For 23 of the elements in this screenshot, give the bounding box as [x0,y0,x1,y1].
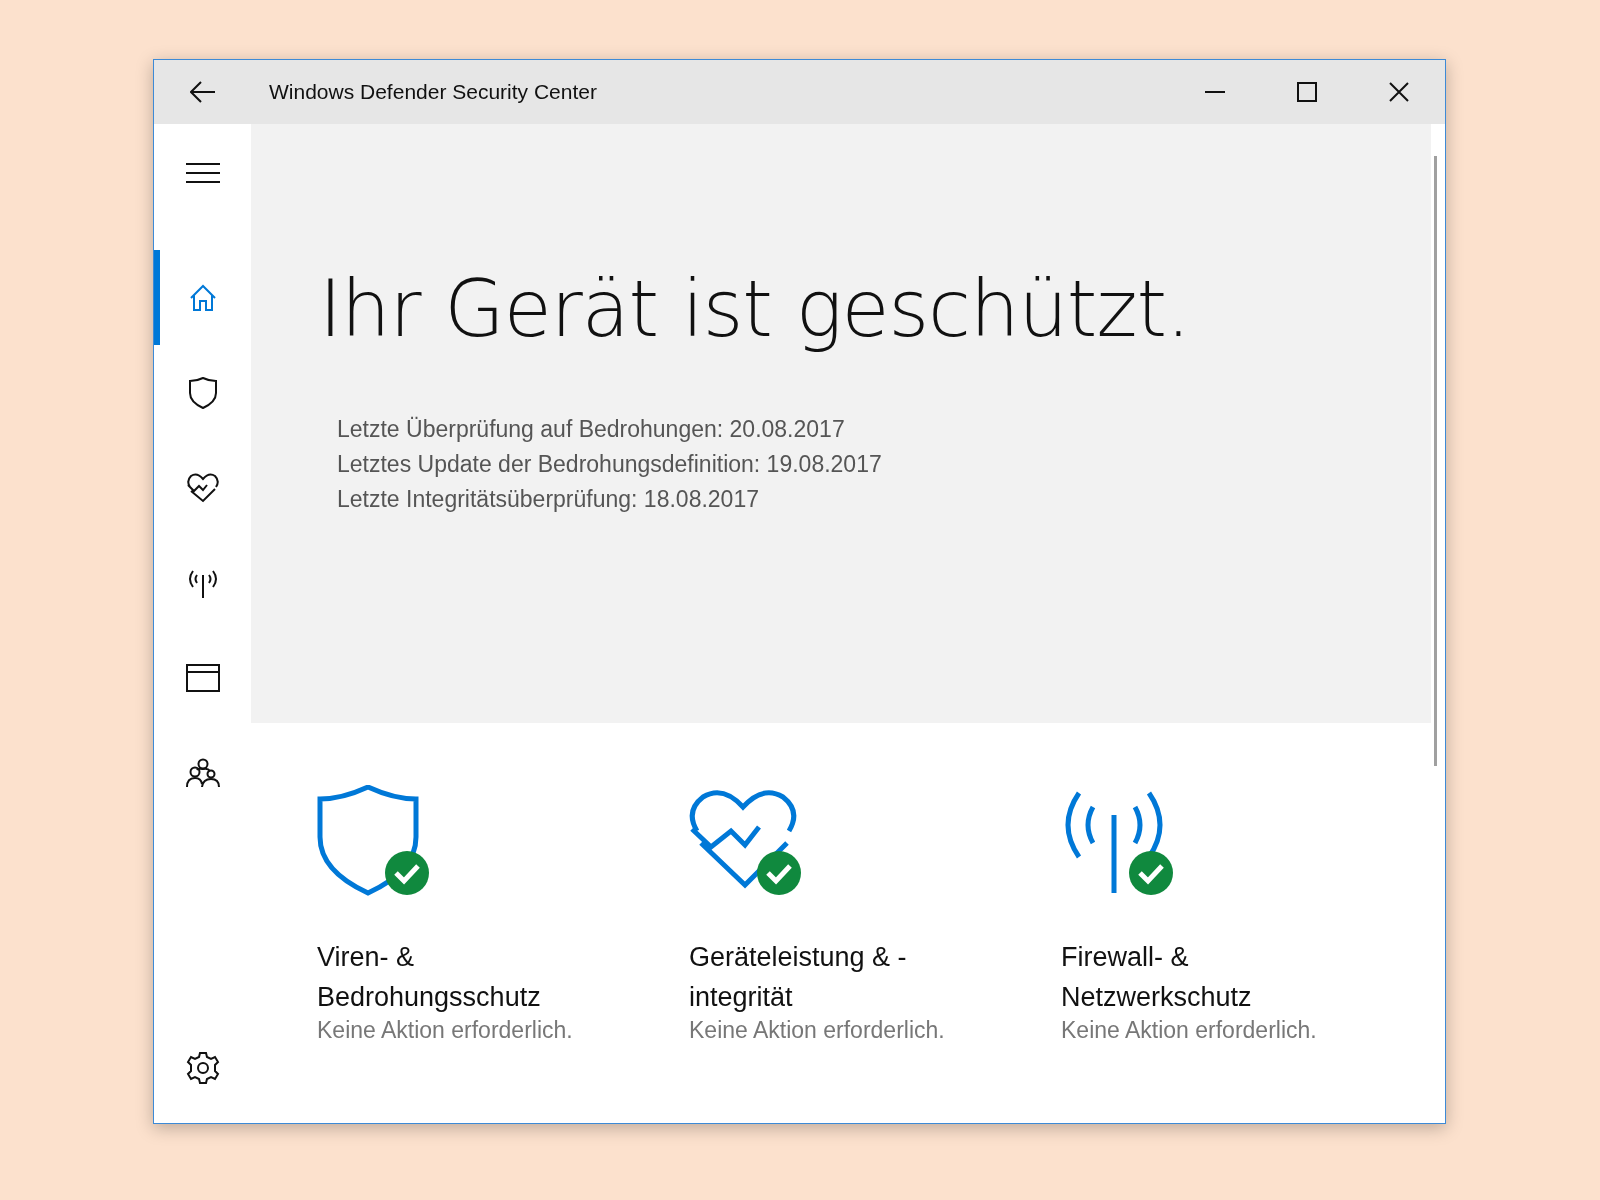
minimize-icon [1205,91,1225,93]
browser-window-icon [185,663,220,692]
card-status: Keine Aktion erforderlich. [317,1017,574,1044]
status-headline: Ihr Gerät ist geschützt. [319,264,1191,354]
back-arrow-icon [189,81,216,103]
card-title[interactable]: Viren- & Bedrohungsschutz [317,937,689,1017]
family-icon [185,757,220,788]
shield-icon [186,375,219,410]
scan-info-text: Letzte Integritätsüberprüfung: 18.08.2017 [337,485,760,514]
heart-pulse-icon [185,472,220,503]
card-status: Keine Aktion erforderlich. [689,1017,946,1044]
card-status: Keine Aktion erforderlich. [1061,1017,1318,1044]
card-title[interactable]: Firewall- & Netzwerkschutz [1061,937,1433,1017]
scan-info-text: Letztes Update der Bedrohungsdefinition: 19.08.2017 [337,450,883,479]
shield-check-icon [317,785,429,897]
maximize-icon [1297,82,1317,102]
settings-icon [185,1051,220,1085]
scrollbar[interactable] [1434,156,1437,766]
close-icon [1389,82,1409,102]
scan-info-text: Letzte Überprüfung auf Bedrohungen: 20.08.2017 [337,415,846,444]
card-title[interactable]: Geräteleistung & - integrität [689,937,1061,1017]
menu-icon [185,163,220,183]
window-title: Windows Defender Security Center [269,80,598,104]
